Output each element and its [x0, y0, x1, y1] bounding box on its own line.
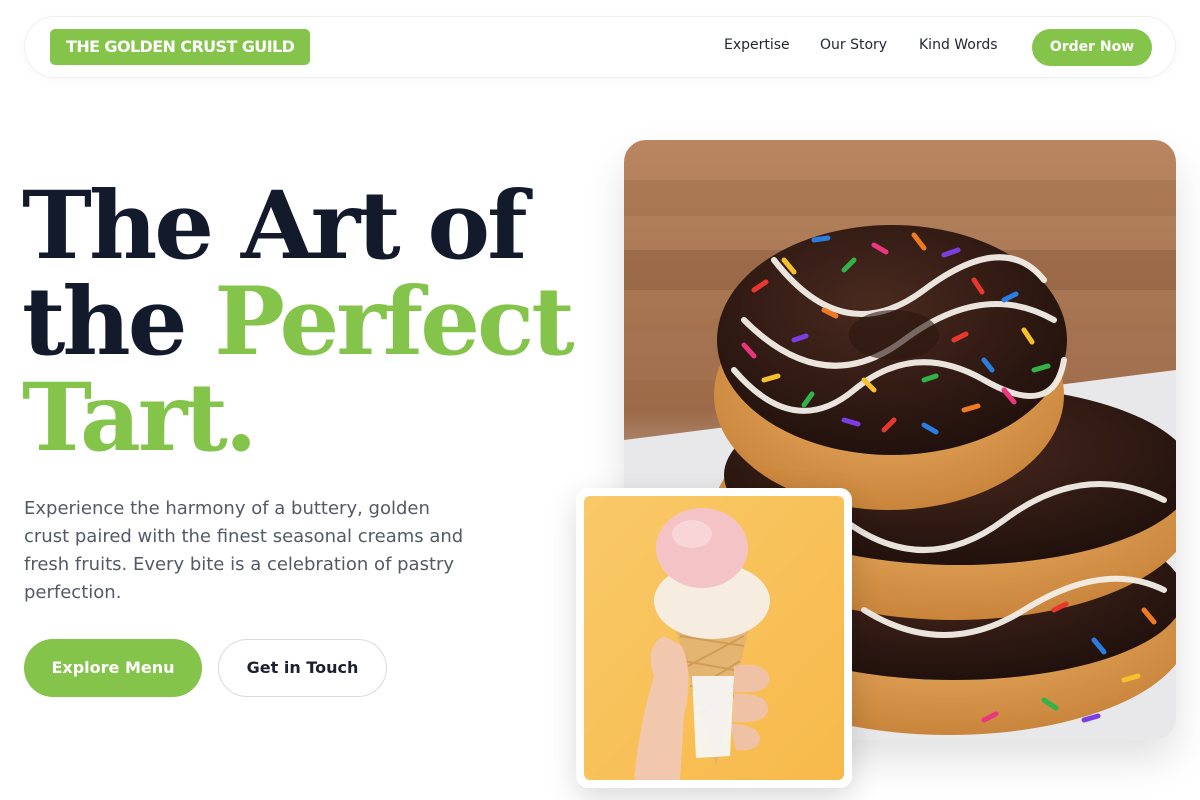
brand-logo[interactable]: THE GOLDEN CRUST GUILD: [50, 29, 311, 65]
hero-description: Experience the harmony of a buttery, gol…: [24, 498, 464, 603]
nav-link-kind-words[interactable]: Kind Words: [919, 37, 998, 53]
hero-headline: The Art of the Perfect Tart.: [22, 178, 582, 466]
headline-line-2-accent: Perfect: [214, 267, 574, 377]
get-in-touch-button[interactable]: Get in Touch: [218, 639, 387, 697]
headline-line-2-dark: the: [22, 267, 215, 377]
order-now-button[interactable]: Order Now: [1032, 29, 1152, 66]
ice-cream-card: [576, 488, 852, 788]
headline-line-1: The Art of: [22, 171, 528, 281]
nav-link-expertise[interactable]: Expertise: [724, 37, 790, 53]
ice-cream-cone-image: [584, 496, 844, 780]
nav-link-our-story[interactable]: Our Story: [820, 37, 887, 53]
top-navigation: THE GOLDEN CRUST GUILD Expertise Our Sto…: [24, 16, 1176, 78]
headline-line-3: Tart.: [22, 363, 258, 473]
explore-menu-button[interactable]: Explore Menu: [24, 639, 202, 697]
